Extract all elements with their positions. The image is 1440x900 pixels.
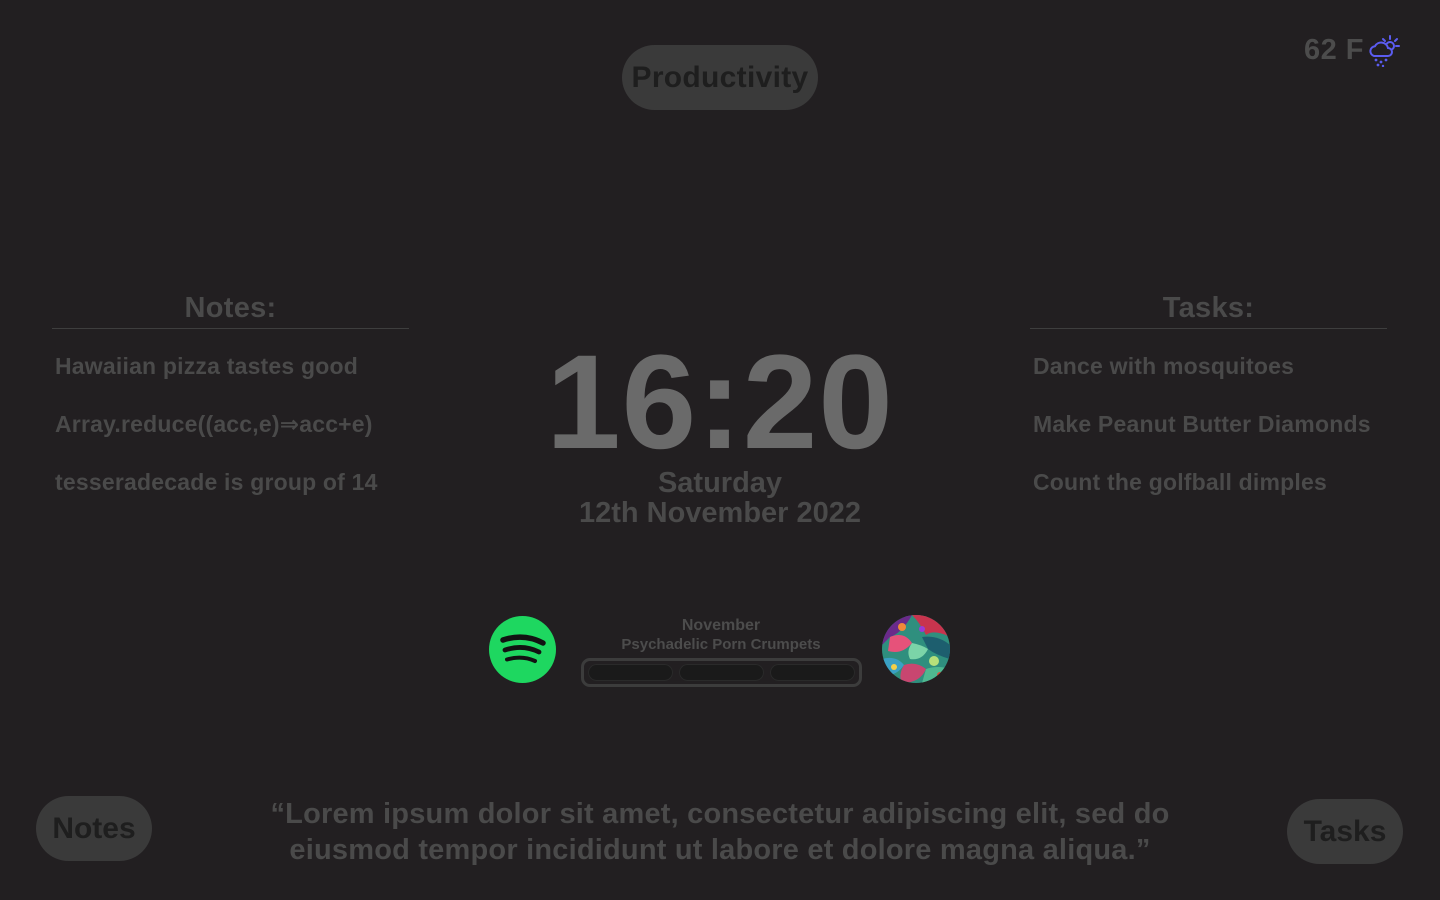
clock-widget: 16:20 Saturday 12th November 2022 bbox=[420, 328, 1020, 528]
track-title: November bbox=[681, 617, 761, 634]
tasks-button[interactable]: Tasks bbox=[1287, 799, 1403, 864]
next-track-button[interactable] bbox=[770, 664, 855, 681]
track-info: November Psychadelic Porn Crumpets bbox=[570, 616, 872, 654]
note-item[interactable]: tesseradecade is group of 14 bbox=[52, 453, 409, 511]
clock-time: 16:20 bbox=[546, 328, 894, 477]
mode-toggle-button[interactable]: Productivity bbox=[622, 45, 818, 110]
clock-date: 12th November 2022 bbox=[578, 497, 862, 529]
play-pause-button[interactable] bbox=[679, 664, 764, 681]
task-item[interactable]: Dance with mosquitoes bbox=[1030, 337, 1387, 395]
clock-day: Saturday bbox=[657, 467, 783, 499]
spotify-icon[interactable] bbox=[489, 616, 556, 683]
notes-heading: Notes: bbox=[52, 288, 409, 329]
cloud-rain-sun-icon bbox=[1369, 35, 1400, 67]
playback-controls bbox=[581, 658, 862, 687]
weather-widget: 62 F bbox=[1304, 30, 1400, 70]
tasks-heading: Tasks: bbox=[1030, 288, 1387, 329]
tasks-panel: Tasks: Dance with mosquitoes Make Peanut… bbox=[1030, 288, 1387, 511]
notes-list: Hawaiian pizza tastes good Array.reduce(… bbox=[52, 337, 409, 511]
previous-track-button[interactable] bbox=[588, 664, 673, 681]
weather-temperature: 62 F bbox=[1303, 33, 1364, 66]
notes-button[interactable]: Notes bbox=[36, 796, 152, 861]
track-artist: Psychadelic Porn Crumpets bbox=[621, 636, 821, 653]
note-item[interactable]: Hawaiian pizza tastes good bbox=[52, 337, 409, 395]
quote-text: “Lorem ipsum dolor sit amet, consectetur… bbox=[270, 798, 1170, 866]
album-art bbox=[882, 615, 950, 683]
task-item[interactable]: Make Peanut Butter Diamonds bbox=[1030, 395, 1387, 453]
note-item[interactable]: Array.reduce((acc,e)⇒acc+e) bbox=[52, 395, 409, 453]
notes-panel: Notes: Hawaiian pizza tastes good Array.… bbox=[52, 288, 409, 511]
tasks-list: Dance with mosquitoes Make Peanut Butter… bbox=[1030, 337, 1387, 511]
task-item[interactable]: Count the golfball dimples bbox=[1030, 453, 1387, 511]
